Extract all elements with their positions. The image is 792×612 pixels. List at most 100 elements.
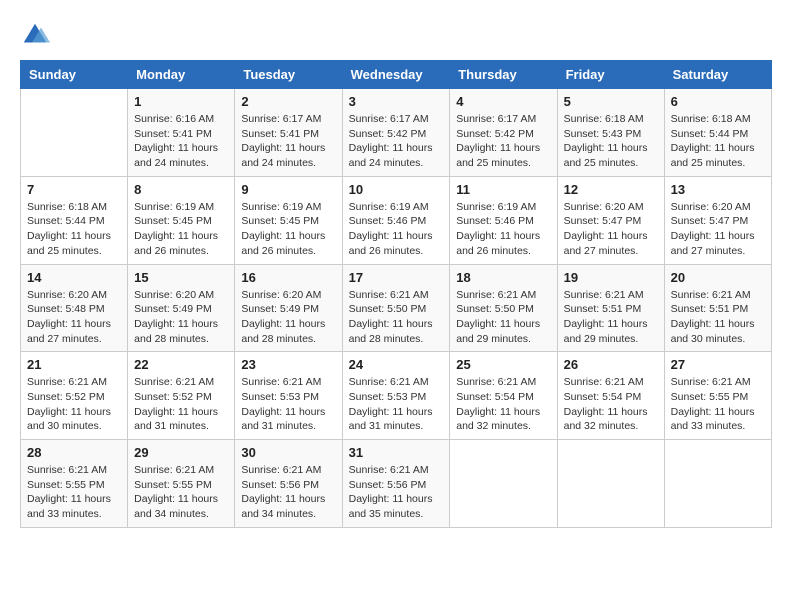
calendar-cell: 25Sunrise: 6:21 AM Sunset: 5:54 PM Dayli… (450, 352, 557, 440)
calendar-cell: 18Sunrise: 6:21 AM Sunset: 5:50 PM Dayli… (450, 264, 557, 352)
calendar-cell: 27 Sunrise: 6:21 AM Sunset: 5:55 PM Dayli… (664, 352, 771, 440)
calendar-cell: 1 Sunrise: 6:16 AM Sunset: 5:41 PM Daylig… (128, 89, 235, 177)
calendar-cell: 17 Sunrise: 6:21 AM Sunset: 5:50 PM Dayli… (342, 264, 450, 352)
day-number: 21 (27, 357, 121, 372)
day-number: 23 (241, 357, 335, 372)
calendar-cell: 21 Sunrise: 6:21 AM Sunset: 5:52 PM Dayli… (21, 352, 128, 440)
calendar-cell: 5 Sunrise: 6:18 AM Sunset: 5:43 PM Daylig… (557, 89, 664, 177)
day-info: Sunrise: 6:21 AM Sunset: 5:56 PM Dayligh… (349, 463, 444, 522)
day-number: 14 (27, 270, 121, 285)
calendar-cell: 29Sunrise: 6:21 AM Sunset: 5:55 PM Dayli… (128, 440, 235, 528)
day-number: 17 (349, 270, 444, 285)
weekday-header-row: SundayMondayTuesdayWednesdayThursdayFrid… (21, 61, 772, 89)
weekday-header-wednesday: Wednesday (342, 61, 450, 89)
day-info: Sunrise: 6:21 AM Sunset: 5:53 PM Dayligh… (349, 375, 444, 434)
calendar-cell: 3Sunrise: 6:17 AM Sunset: 5:42 PM Daylig… (342, 89, 450, 177)
calendar-cell: 31 Sunrise: 6:21 AM Sunset: 5:56 PM Dayli… (342, 440, 450, 528)
day-number: 2 (241, 94, 335, 109)
calendar-cell (557, 440, 664, 528)
calendar-cell: 28 Sunrise: 6:21 AM Sunset: 5:55 PM Dayli… (21, 440, 128, 528)
calendar-cell (450, 440, 557, 528)
day-info: Sunrise: 6:21 AM Sunset: 5:55 PM Dayligh… (671, 375, 765, 434)
calendar-cell: 10Sunrise: 6:19 AM Sunset: 5:46 PM Dayli… (342, 176, 450, 264)
day-number: 24 (349, 357, 444, 372)
day-number: 22 (134, 357, 228, 372)
day-info: Sunrise: 6:21 AM Sunset: 5:52 PM Dayligh… (27, 375, 121, 434)
calendar-cell: 20 Sunrise: 6:21 AM Sunset: 5:51 PM Dayli… (664, 264, 771, 352)
calendar-cell: 23 Sunrise: 6:21 AM Sunset: 5:53 PM Dayli… (235, 352, 342, 440)
day-number: 16 (241, 270, 335, 285)
calendar-cell: 9 Sunrise: 6:19 AM Sunset: 5:45 PM Daylig… (235, 176, 342, 264)
day-number: 27 (671, 357, 765, 372)
calendar-cell (664, 440, 771, 528)
logo-icon (20, 20, 50, 50)
day-info: Sunrise: 6:21 AM Sunset: 5:52 PM Dayligh… (134, 375, 228, 434)
page-header (20, 20, 772, 50)
weekday-header-monday: Monday (128, 61, 235, 89)
calendar-cell: 30 Sunrise: 6:21 AM Sunset: 5:56 PM Dayli… (235, 440, 342, 528)
day-info: Sunrise: 6:21 AM Sunset: 5:54 PM Dayligh… (564, 375, 658, 434)
calendar-table: SundayMondayTuesdayWednesdayThursdayFrid… (20, 60, 772, 528)
calendar-cell: 22 Sunrise: 6:21 AM Sunset: 5:52 PM Dayli… (128, 352, 235, 440)
weekday-header-sunday: Sunday (21, 61, 128, 89)
day-info: Sunrise: 6:20 AM Sunset: 5:48 PM Dayligh… (27, 288, 121, 347)
day-info: Sunrise: 6:21 AM Sunset: 5:55 PM Dayligh… (27, 463, 121, 522)
day-number: 12 (564, 182, 658, 197)
day-info: Sunrise: 6:17 AM Sunset: 5:41 PM Dayligh… (241, 112, 335, 171)
day-info: Sunrise: 6:17 AM Sunset: 5:42 PM Dayligh… (456, 112, 550, 171)
weekday-header-friday: Friday (557, 61, 664, 89)
calendar-week-row: 14 Sunrise: 6:20 AM Sunset: 5:48 PM Dayli… (21, 264, 772, 352)
calendar-cell: 16 Sunrise: 6:20 AM Sunset: 5:49 PM Dayli… (235, 264, 342, 352)
calendar-week-row: 21 Sunrise: 6:21 AM Sunset: 5:52 PM Dayli… (21, 352, 772, 440)
calendar-cell: 19Sunrise: 6:21 AM Sunset: 5:51 PM Dayli… (557, 264, 664, 352)
calendar-cell: 15 Sunrise: 6:20 AM Sunset: 5:49 PM Dayli… (128, 264, 235, 352)
day-number: 15 (134, 270, 228, 285)
day-info: Sunrise: 6:18 AM Sunset: 5:44 PM Dayligh… (27, 200, 121, 259)
calendar-cell (21, 89, 128, 177)
day-number: 9 (241, 182, 335, 197)
day-info: Sunrise: 6:16 AM Sunset: 5:41 PM Dayligh… (134, 112, 228, 171)
day-number: 7 (27, 182, 121, 197)
calendar-cell: 11Sunrise: 6:19 AM Sunset: 5:46 PM Dayli… (450, 176, 557, 264)
day-number: 31 (349, 445, 444, 460)
day-number: 28 (27, 445, 121, 460)
day-number: 5 (564, 94, 658, 109)
day-info: Sunrise: 6:20 AM Sunset: 5:47 PM Dayligh… (564, 200, 658, 259)
day-info: Sunrise: 6:21 AM Sunset: 5:56 PM Dayligh… (241, 463, 335, 522)
day-info: Sunrise: 6:17 AM Sunset: 5:42 PM Dayligh… (349, 112, 444, 171)
calendar-cell: 26 Sunrise: 6:21 AM Sunset: 5:54 PM Dayli… (557, 352, 664, 440)
day-info: Sunrise: 6:21 AM Sunset: 5:51 PM Dayligh… (564, 288, 658, 347)
day-info: Sunrise: 6:21 AM Sunset: 5:50 PM Dayligh… (349, 288, 444, 347)
day-number: 30 (241, 445, 335, 460)
logo (20, 20, 54, 50)
day-number: 1 (134, 94, 228, 109)
calendar-cell: 13Sunrise: 6:20 AM Sunset: 5:47 PM Dayli… (664, 176, 771, 264)
day-number: 6 (671, 94, 765, 109)
calendar-cell: 2 Sunrise: 6:17 AM Sunset: 5:41 PM Daylig… (235, 89, 342, 177)
weekday-header-thursday: Thursday (450, 61, 557, 89)
day-number: 8 (134, 182, 228, 197)
day-number: 26 (564, 357, 658, 372)
calendar-cell: 4 Sunrise: 6:17 AM Sunset: 5:42 PM Daylig… (450, 89, 557, 177)
calendar-week-row: 28 Sunrise: 6:21 AM Sunset: 5:55 PM Dayli… (21, 440, 772, 528)
day-number: 4 (456, 94, 550, 109)
calendar-cell: 6Sunrise: 6:18 AM Sunset: 5:44 PM Daylig… (664, 89, 771, 177)
day-info: Sunrise: 6:19 AM Sunset: 5:45 PM Dayligh… (134, 200, 228, 259)
day-number: 20 (671, 270, 765, 285)
day-info: Sunrise: 6:20 AM Sunset: 5:49 PM Dayligh… (241, 288, 335, 347)
calendar-week-row: 7 Sunrise: 6:18 AM Sunset: 5:44 PM Daylig… (21, 176, 772, 264)
day-info: Sunrise: 6:19 AM Sunset: 5:45 PM Dayligh… (241, 200, 335, 259)
day-info: Sunrise: 6:20 AM Sunset: 5:49 PM Dayligh… (134, 288, 228, 347)
calendar-header: SundayMondayTuesdayWednesdayThursdayFrid… (21, 61, 772, 89)
day-info: Sunrise: 6:21 AM Sunset: 5:53 PM Dayligh… (241, 375, 335, 434)
calendar-cell: 7 Sunrise: 6:18 AM Sunset: 5:44 PM Daylig… (21, 176, 128, 264)
day-number: 18 (456, 270, 550, 285)
calendar-cell: 24 Sunrise: 6:21 AM Sunset: 5:53 PM Dayli… (342, 352, 450, 440)
weekday-header-tuesday: Tuesday (235, 61, 342, 89)
day-info: Sunrise: 6:19 AM Sunset: 5:46 PM Dayligh… (456, 200, 550, 259)
day-info: Sunrise: 6:21 AM Sunset: 5:51 PM Dayligh… (671, 288, 765, 347)
day-info: Sunrise: 6:18 AM Sunset: 5:43 PM Dayligh… (564, 112, 658, 171)
day-number: 10 (349, 182, 444, 197)
weekday-header-saturday: Saturday (664, 61, 771, 89)
calendar-week-row: 1 Sunrise: 6:16 AM Sunset: 5:41 PM Daylig… (21, 89, 772, 177)
